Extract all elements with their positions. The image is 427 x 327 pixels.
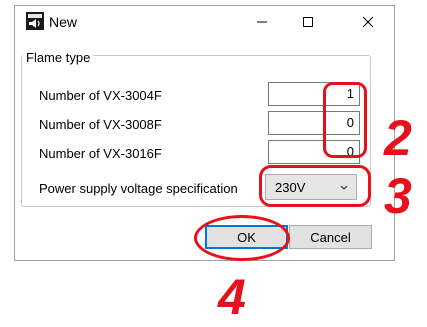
step-2-marker: 2 bbox=[384, 110, 412, 166]
step-4-marker: 4 bbox=[218, 269, 246, 325]
window-title: New bbox=[49, 14, 78, 30]
minimize-icon bbox=[257, 21, 267, 23]
cancel-button[interactable]: Cancel bbox=[289, 225, 372, 249]
title-bar[interactable]: New bbox=[15, 6, 394, 38]
vx3016f-label: Number of VX-3016F bbox=[39, 146, 162, 161]
maximize-icon bbox=[303, 17, 313, 27]
speaker-app-icon bbox=[26, 12, 44, 30]
maximize-button[interactable] bbox=[285, 6, 331, 38]
vx3004f-label: Number of VX-3004F bbox=[39, 88, 162, 103]
callout-count-inputs bbox=[323, 82, 367, 158]
minimize-button[interactable] bbox=[239, 6, 285, 38]
close-icon bbox=[362, 16, 374, 28]
step-3-marker: 3 bbox=[384, 168, 412, 224]
vx3008f-label: Number of VX-3008F bbox=[39, 117, 162, 132]
group-label: Flame type bbox=[23, 50, 94, 65]
close-button[interactable] bbox=[345, 6, 391, 38]
power-supply-label: Power supply voltage specification bbox=[39, 181, 238, 196]
callout-voltage-select bbox=[259, 165, 371, 207]
callout-ok-button bbox=[194, 215, 290, 261]
